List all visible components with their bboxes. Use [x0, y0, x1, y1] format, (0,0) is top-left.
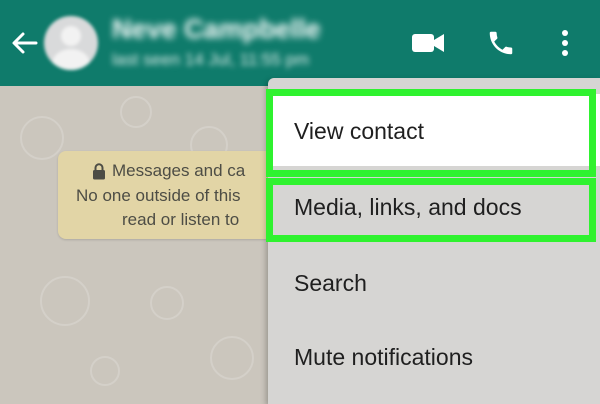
lock-icon	[92, 163, 106, 185]
menu-item-label: Search	[294, 270, 367, 296]
encryption-line-3: read or listen to	[122, 210, 240, 229]
menu-item-label: Mute notifications	[294, 344, 473, 370]
arrow-left-icon[interactable]	[10, 30, 38, 56]
encryption-notice[interactable]: Messages and ca No one outside of this r…	[58, 151, 298, 239]
video-call-icon[interactable]	[410, 28, 446, 63]
chat-header: Neve Campbelle last seen 14 Jul, 11:55 p…	[0, 0, 600, 86]
avatar[interactable]	[44, 16, 98, 70]
more-vert-icon[interactable]	[558, 28, 572, 63]
last-seen-status: last seen 14 Jul, 11:55 pm	[112, 50, 310, 69]
encryption-line-2: No one outside of this	[76, 186, 241, 205]
highlight-view-contact	[266, 89, 596, 177]
highlight-media-links-docs	[266, 178, 596, 242]
menu-item-search[interactable]: Search	[268, 246, 600, 318]
contact-name[interactable]: Neve Campbelle	[112, 14, 321, 45]
menu-item-mute-notifications[interactable]: Mute notifications	[268, 318, 600, 390]
encryption-line-1: Messages and ca	[112, 161, 246, 180]
phone-icon[interactable]	[486, 28, 516, 63]
